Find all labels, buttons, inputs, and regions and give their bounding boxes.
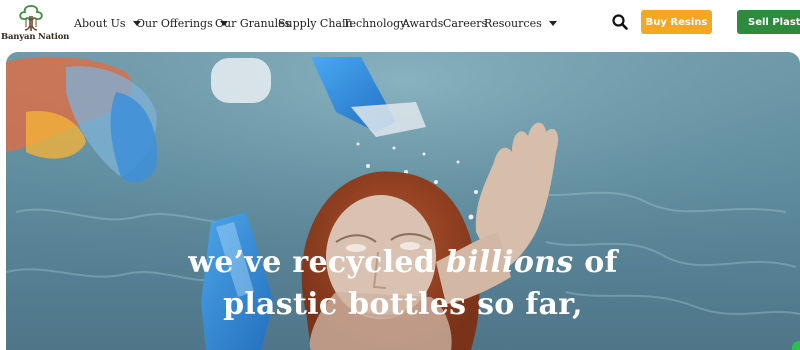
nav-item-label: Our Offerings	[136, 16, 213, 30]
nav-item-label: Resources	[484, 16, 542, 30]
headline-line2: plastic bottles so far,	[223, 287, 583, 322]
nav-item-label: Careers	[443, 16, 488, 30]
nav-item-label: About Us	[74, 16, 126, 30]
hero-banner: we’ve recycled billions of plastic bottl…	[6, 52, 800, 350]
nav-item-label: Supply Chain	[278, 16, 353, 30]
headline-line1-post: of	[573, 245, 618, 280]
top-navbar: Banyan Nation About Us Our Offerings Our…	[0, 0, 800, 50]
search-button[interactable]	[611, 13, 629, 31]
nav-item-about-us[interactable]: About Us	[74, 15, 141, 31]
hero-headline: we’ve recycled billions of plastic bottl…	[6, 242, 800, 326]
sell-plastic-button[interactable]: Sell Plastic	[737, 10, 800, 34]
chevron-down-icon	[548, 20, 557, 26]
nav-item-awards[interactable]: Awards	[402, 15, 443, 31]
chat-icon[interactable]	[792, 341, 800, 350]
nav-item-our-offerings[interactable]: Our Offerings	[136, 15, 228, 31]
nav-item-label: Awards	[402, 16, 444, 30]
headline-line1-pre: we’ve recycled	[188, 245, 446, 280]
banyan-tree-icon	[19, 5, 43, 31]
nav-item-careers[interactable]: Careers	[443, 15, 487, 31]
buy-resins-button[interactable]: Buy Resins	[641, 10, 712, 34]
nav-item-supply-chain[interactable]: Supply Chain	[278, 15, 353, 31]
nav-item-resources[interactable]: Resources	[484, 15, 557, 31]
search-icon	[612, 14, 628, 30]
brand-name: Banyan Nation	[1, 32, 70, 42]
brand-logo[interactable]: Banyan Nation	[1, 3, 70, 47]
nav-item-label: Technology	[343, 16, 407, 30]
headline-emphasis: billions	[445, 245, 574, 280]
nav-item-technology[interactable]: Technology	[343, 15, 406, 31]
